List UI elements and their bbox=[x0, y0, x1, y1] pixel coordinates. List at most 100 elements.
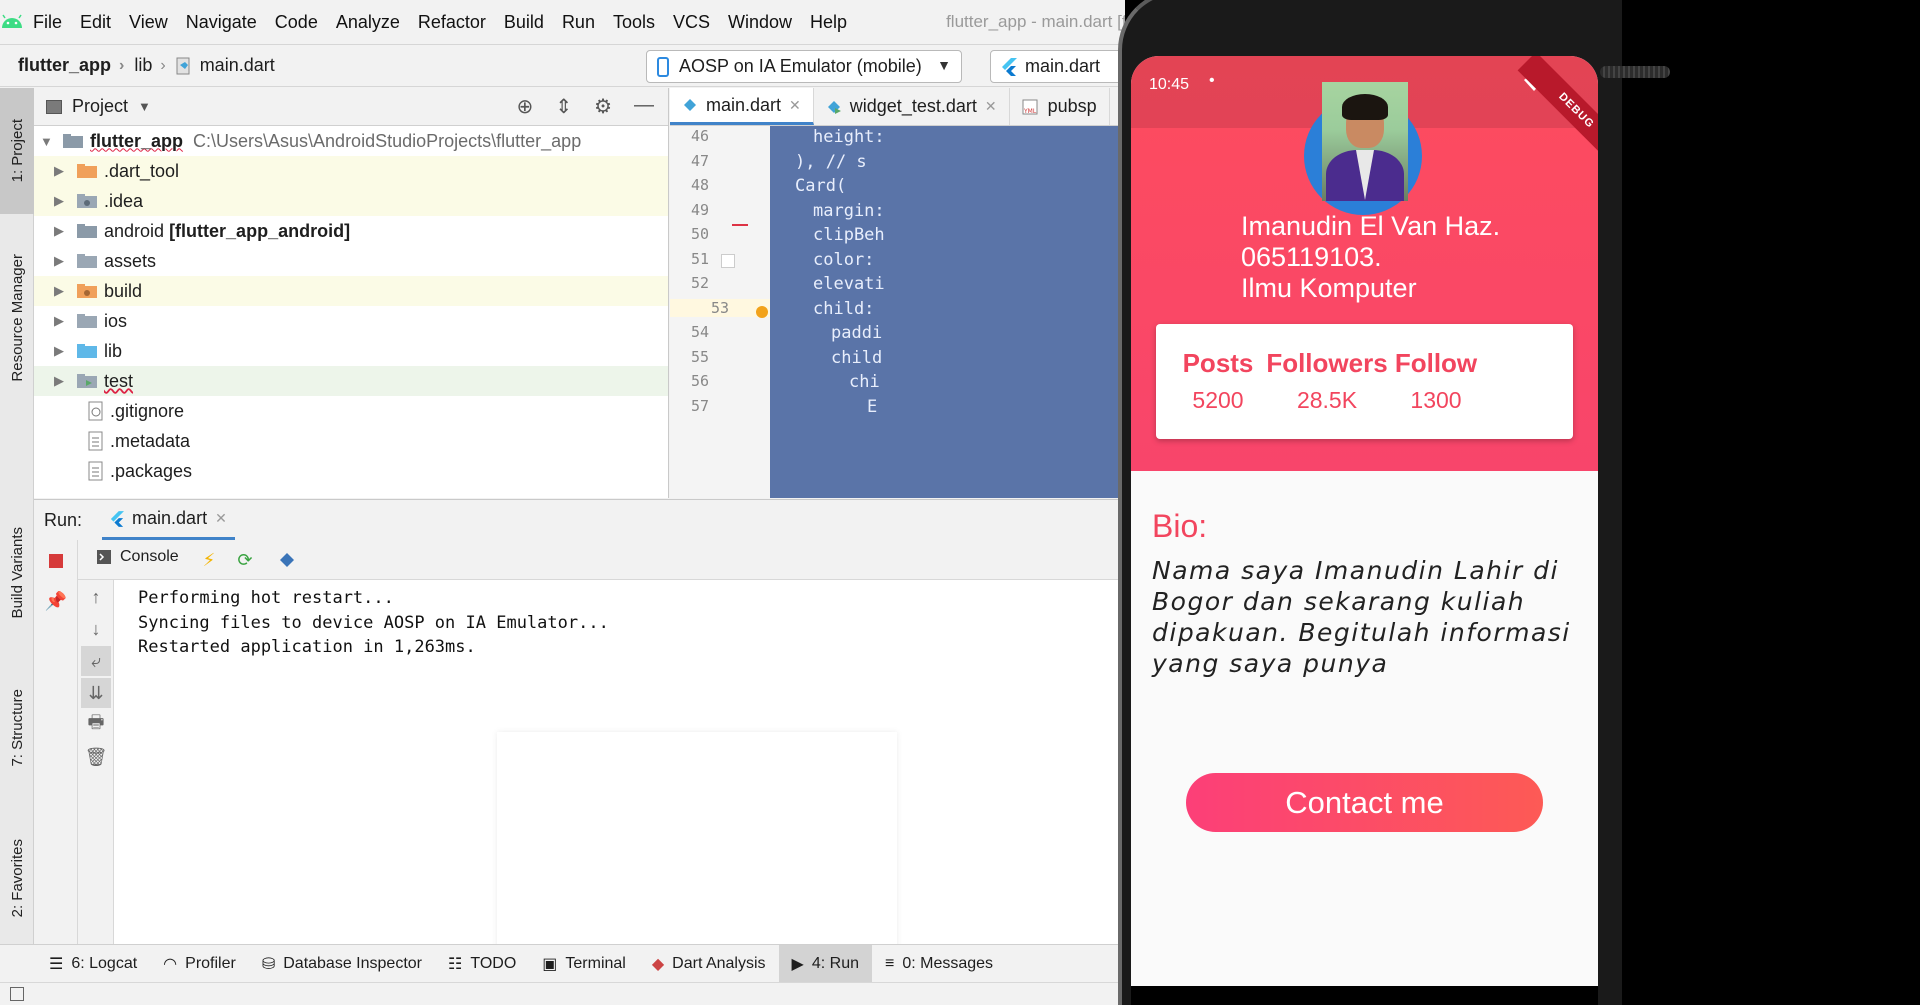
menu-analyze[interactable]: Analyze bbox=[327, 12, 409, 33]
tree-file-packages[interactable]: .packages bbox=[34, 456, 668, 486]
dart-file-icon bbox=[176, 57, 190, 74]
tool-todo[interactable]: ☷ TODO bbox=[435, 945, 529, 983]
menu-navigate[interactable]: Navigate bbox=[177, 12, 266, 33]
menu-vcs[interactable]: VCS bbox=[664, 12, 719, 33]
tool-logcat-label: 6: Logcat bbox=[71, 954, 138, 972]
contact-me-button[interactable]: Contact me bbox=[1186, 773, 1543, 832]
status-bar bbox=[0, 982, 1125, 1005]
color-swatch-icon[interactable] bbox=[721, 254, 735, 268]
tree-root[interactable]: ▼ flutter_app C:\Users\Asus\AndroidStudi… bbox=[34, 126, 668, 156]
minimize-icon[interactable]: — bbox=[634, 94, 654, 119]
tree-item-label: test bbox=[104, 370, 134, 391]
bottom-tool-bar: ☰ 6: Logcat ◠ Profiler ⛁ Database Inspector… bbox=[0, 944, 1125, 983]
scroll-down-icon[interactable]: ↓ bbox=[81, 614, 111, 644]
menu-view[interactable]: View bbox=[120, 12, 177, 33]
menu-code[interactable]: Code bbox=[266, 12, 327, 33]
gear-icon[interactable]: ⚙ bbox=[594, 94, 612, 119]
console-tab[interactable]: Console bbox=[96, 548, 179, 566]
console-icon bbox=[97, 550, 111, 564]
chevron-down-icon[interactable]: ▼ bbox=[138, 99, 151, 114]
menu-refactor[interactable]: Refactor bbox=[409, 12, 495, 33]
code-editor: main.dart ✕ widget_test.dart ✕ YML pubsp… bbox=[670, 88, 1125, 498]
code-line: elevati bbox=[813, 274, 885, 294]
pin-icon[interactable]: 📌 bbox=[41, 586, 71, 616]
tool-tab-resource-manager[interactable]: Resource Manager bbox=[0, 238, 34, 398]
breadcrumb-folder[interactable]: lib › bbox=[130, 55, 171, 76]
status-window-icon[interactable] bbox=[10, 987, 24, 1001]
tool-dart-analysis[interactable]: ◆ Dart Analysis bbox=[639, 945, 779, 983]
close-icon[interactable]: ✕ bbox=[985, 98, 997, 115]
menu-run[interactable]: Run bbox=[553, 12, 604, 33]
menu-edit[interactable]: Edit bbox=[71, 12, 120, 33]
stop-icon[interactable] bbox=[41, 546, 71, 576]
breadcrumb-project[interactable]: flutter_app › bbox=[0, 55, 130, 76]
phone-screen[interactable]: 10:45 • DEBUG Imanudin El Van Haz. 06511… bbox=[1131, 56, 1598, 986]
collapse-all-icon[interactable]: ⇕ bbox=[555, 94, 572, 119]
locate-icon[interactable]: ⊕ bbox=[517, 94, 534, 119]
scroll-to-end-icon[interactable]: ⇊ bbox=[81, 678, 111, 708]
excluded-folder-icon bbox=[77, 284, 97, 298]
tool-run[interactable]: ▶ 4: Run bbox=[778, 944, 872, 983]
test-folder-icon bbox=[77, 374, 97, 388]
run-config-label: main.dart bbox=[1025, 56, 1101, 76]
tree-item-label: assets bbox=[104, 250, 157, 271]
tool-tab-favorites-label: 2: Favorites bbox=[8, 838, 26, 918]
close-icon[interactable]: ✕ bbox=[215, 510, 227, 527]
dart-file-icon bbox=[684, 99, 696, 111]
run-config-selector[interactable]: main.dart bbox=[990, 50, 1125, 83]
menu-file[interactable]: File bbox=[24, 12, 71, 33]
tree-item-lib[interactable]: ▶ lib bbox=[34, 336, 668, 366]
breadcrumb-file[interactable]: main.dart bbox=[172, 55, 281, 76]
soft-wrap-icon[interactable]: ⤶ bbox=[81, 646, 111, 676]
tree-item-dart-tool[interactable]: ▶ .dart_tool bbox=[34, 156, 668, 186]
run-tab-main-dart[interactable]: main.dart ✕ bbox=[102, 500, 235, 540]
menu-build[interactable]: Build bbox=[495, 12, 553, 33]
tool-tab-favorites[interactable]: 2: Favorites bbox=[0, 818, 34, 938]
tree-item-assets[interactable]: ▶ assets bbox=[34, 246, 668, 276]
tree-file-metadata[interactable]: .metadata bbox=[34, 426, 668, 456]
hot-reload-icon[interactable]: ⚡ bbox=[194, 545, 224, 575]
tool-tab-project[interactable]: 1: Project bbox=[0, 88, 34, 214]
hot-restart-icon[interactable]: ⟳ bbox=[230, 545, 260, 575]
tool-tab-structure[interactable]: 7: Structure bbox=[0, 668, 34, 788]
tool-database-inspector-label: Database Inspector bbox=[283, 954, 422, 972]
tree-item-android[interactable]: ▶ android [flutter_app_android] bbox=[34, 216, 668, 246]
tree-item-module-name: [flutter_app_android] bbox=[169, 220, 351, 241]
tree-file-gitignore[interactable]: .gitignore bbox=[34, 396, 668, 426]
close-icon[interactable]: ✕ bbox=[789, 97, 801, 114]
tool-terminal[interactable]: ▣ Terminal bbox=[529, 945, 639, 983]
line-number: 52 bbox=[690, 274, 710, 292]
line-number: 54 bbox=[690, 323, 710, 341]
tree-item-build[interactable]: ▶ build bbox=[34, 276, 668, 306]
trash-icon[interactable]: 🗑 bbox=[81, 742, 111, 772]
tab-pubspec[interactable]: YML pubsp bbox=[1010, 88, 1110, 125]
tool-messages[interactable]: ≡ 0: Messages bbox=[872, 945, 1006, 983]
profile-name: Imanudin El Van Haz. bbox=[1241, 211, 1501, 241]
tree-item-test[interactable]: ▶ test bbox=[34, 366, 668, 396]
line-number: 53 bbox=[670, 299, 770, 317]
device-selector[interactable]: AOSP on IA Emulator (mobile) ▼ bbox=[646, 50, 962, 83]
stats-card: Posts 5200 Followers 28.5K Follow 1300 bbox=[1156, 324, 1573, 439]
tool-database-inspector[interactable]: ⛁ Database Inspector bbox=[249, 945, 435, 983]
menu-tools[interactable]: Tools bbox=[604, 12, 664, 33]
tree-item-idea[interactable]: ▶ .idea bbox=[34, 186, 668, 216]
tree-item-ios[interactable]: ▶ ios bbox=[34, 306, 668, 336]
print-icon[interactable]: 🖶 bbox=[81, 710, 111, 740]
tool-profiler[interactable]: ◠ Profiler bbox=[150, 945, 249, 983]
menu-help[interactable]: Help bbox=[801, 12, 856, 33]
dart-devtools-icon[interactable] bbox=[272, 545, 302, 575]
phone-icon bbox=[657, 56, 669, 77]
phone-speaker bbox=[1600, 66, 1670, 78]
tab-widget-test[interactable]: widget_test.dart ✕ bbox=[814, 88, 1010, 125]
expand-arrow-icon: ▶ bbox=[54, 223, 64, 238]
menu-window[interactable]: Window bbox=[719, 12, 801, 33]
tool-logcat[interactable]: ☰ 6: Logcat bbox=[36, 945, 150, 983]
tool-tab-build-variants[interactable]: Build Variants bbox=[0, 508, 34, 638]
tree-file-label: .metadata bbox=[110, 430, 191, 451]
tab-main-dart[interactable]: main.dart ✕ bbox=[670, 88, 814, 125]
warning-dot-icon[interactable] bbox=[756, 306, 768, 318]
scroll-up-icon[interactable]: ↑ bbox=[81, 582, 111, 612]
messages-icon: ≡ bbox=[885, 954, 895, 972]
project-panel-title[interactable]: Project bbox=[72, 96, 128, 117]
code-area[interactable]: height: ), // s Card( margin: clipBeh co… bbox=[770, 126, 1125, 498]
